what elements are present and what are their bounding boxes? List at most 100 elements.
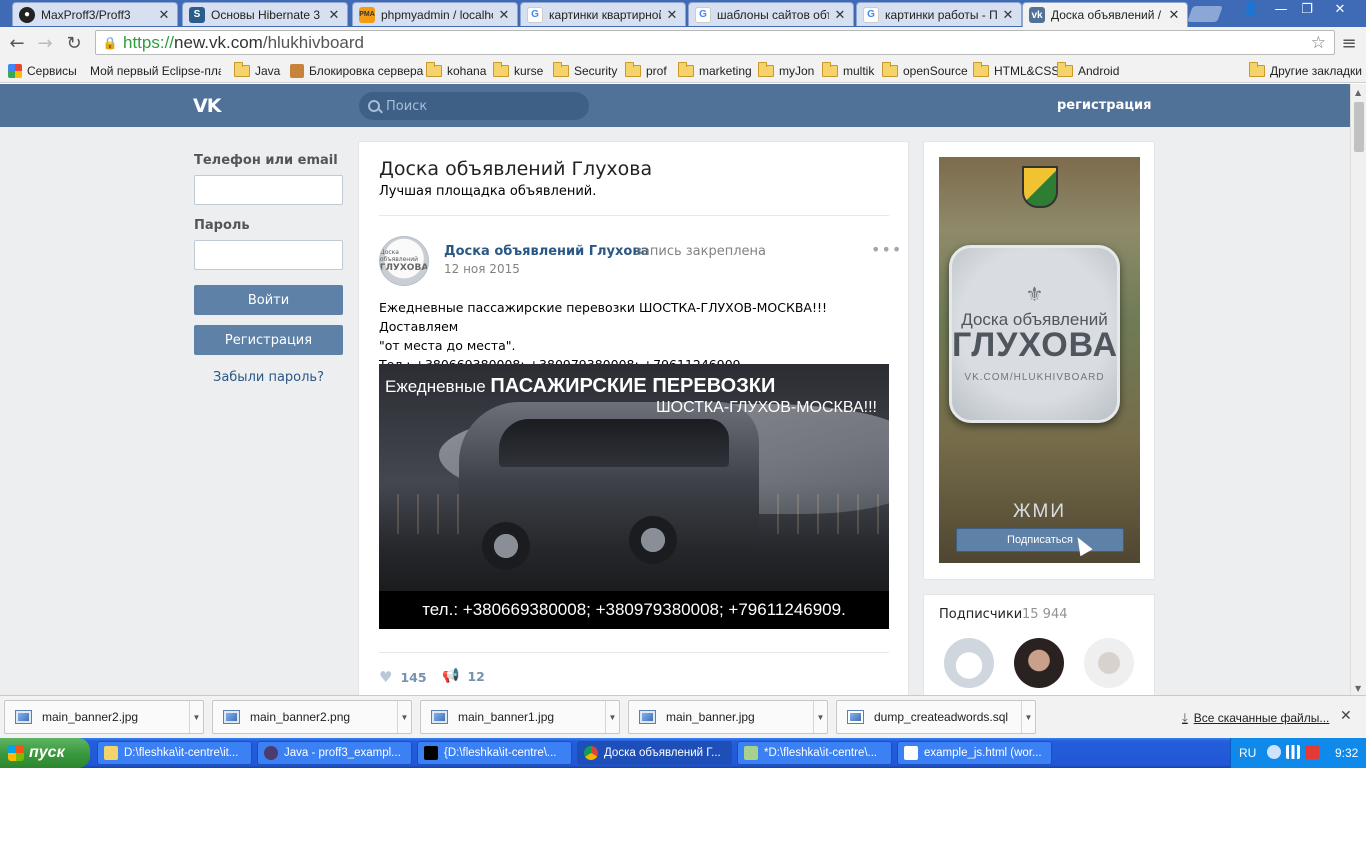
reload-icon[interactable]: ↻ <box>62 31 86 55</box>
group-cover-image[interactable]: ⚜ Доска объявлений ГЛУХОВА VK.COM/HLUKHI… <box>939 157 1140 563</box>
avatar[interactable]: Доска объявлений ГЛУХОВА <box>379 236 429 286</box>
taskbar-item[interactable]: example_js.html (wor... <box>897 741 1052 765</box>
taskbar-item[interactable]: Java - proff3_exampl... <box>257 741 412 765</box>
tray-expand-icon[interactable] <box>1267 745 1281 759</box>
close-icon[interactable]: ✕ <box>833 7 847 23</box>
registration-button[interactable]: Регистрация <box>194 325 343 355</box>
close-icon[interactable]: ✕ <box>157 7 171 23</box>
share-button[interactable]: 📢 12 <box>442 668 485 684</box>
bookmark-folder-security[interactable]: Security <box>553 62 617 80</box>
profile-icon[interactable]: 👤 <box>1238 0 1264 18</box>
scroll-down-arrow-icon[interactable]: ▼ <box>1355 684 1361 693</box>
download-item[interactable]: main_banner.jpg ▼ <box>628 700 828 734</box>
bookmark-folder-kurse[interactable]: kurse <box>493 62 543 80</box>
post-image[interactable]: Ежедневные ПАСАЖИРСКИЕ ПЕРЕВОЗКИ ШОСТКА-… <box>379 364 889 629</box>
chevron-down-icon[interactable]: ▼ <box>1021 701 1035 733</box>
close-icon[interactable]: ✕ <box>1167 7 1181 23</box>
close-icon[interactable]: ✕ <box>327 7 341 23</box>
scroll-thumb[interactable] <box>1354 102 1364 152</box>
download-item[interactable]: main_banner1.jpg ▼ <box>420 700 620 734</box>
signal-icon[interactable] <box>1286 745 1300 759</box>
search-input[interactable]: Поиск <box>359 92 589 120</box>
bookmark-folder-htmlcss[interactable]: HTML&CSS <box>973 62 1059 80</box>
tab-hibernate[interactable]: S Основы Hibernate 3 на ✕ <box>182 2 348 26</box>
tab-google-2[interactable]: G шаблоны сайтов объя ✕ <box>688 2 854 26</box>
avatar[interactable] <box>1014 638 1064 688</box>
post-date[interactable]: 12 ноя 2015 <box>444 262 524 276</box>
close-icon[interactable]: ✕ <box>665 7 679 23</box>
image-caption: Ежедневные ПАСАЖИРСКИЕ ПЕРЕВОЗКИ <box>385 375 775 398</box>
taskbar-item[interactable]: *D:\fleshka\it-centre\... <box>737 741 892 765</box>
more-options-icon[interactable]: ••• <box>871 240 902 259</box>
register-link[interactable]: регистрация <box>1057 98 1151 113</box>
tab-google-1[interactable]: G картинки квартирной ✕ <box>520 2 686 26</box>
bookmark-folder-opensource[interactable]: openSource <box>882 62 968 80</box>
taskbar-item-active[interactable]: Доска объявлений Г... <box>577 741 732 765</box>
download-name: main_banner1.jpg <box>458 710 555 724</box>
bookmark-folder-prof[interactable]: prof <box>625 62 667 80</box>
minimize-button[interactable]: — <box>1268 0 1294 18</box>
group-cover-card: ⚜ Доска объявлений ГЛУХОВА VK.COM/HLUKHI… <box>923 141 1155 580</box>
bookmark-eclipse[interactable]: Мой первый Eclipse-пла <box>85 62 221 80</box>
chevron-down-icon[interactable]: ▼ <box>813 701 827 733</box>
tab-phpmyadmin[interactable]: PMA phpmyadmin / localhost ✕ <box>352 2 518 26</box>
editor-icon <box>904 746 918 760</box>
warning-icon[interactable] <box>1305 745 1319 759</box>
avatar[interactable] <box>1084 638 1134 688</box>
bookmark-folder-other[interactable]: Другие закладки <box>1249 62 1362 80</box>
close-icon[interactable]: ✕ <box>497 7 511 23</box>
subscribe-button[interactable]: Подписаться <box>956 528 1124 552</box>
bookmark-label: kohana <box>447 64 487 78</box>
close-icon[interactable]: ✕ <box>1001 7 1015 23</box>
tab-google-3[interactable]: G картинки работы - По ✕ <box>856 2 1022 26</box>
download-item[interactable]: dump_createadwords.sql ▼ <box>836 700 1036 734</box>
window-close-button[interactable]: ✕ <box>1320 0 1360 18</box>
bookmark-folder-myjon[interactable]: myJon <box>758 62 814 80</box>
password-field[interactable] <box>194 240 343 270</box>
tab-label: картинки квартирной <box>549 7 661 22</box>
avatar[interactable] <box>944 638 994 688</box>
new-tab-button[interactable] <box>1187 6 1223 22</box>
login-button[interactable]: Войти <box>194 285 343 315</box>
download-item[interactable]: main_banner2.png ▼ <box>212 700 412 734</box>
back-arrow-icon[interactable]: ← <box>5 31 29 55</box>
taskbar-item[interactable]: {D:\fleshka\it-centre\... <box>417 741 572 765</box>
taskbar-label: Доска объявлений Г... <box>604 747 721 759</box>
tab-vk-active[interactable]: vk Доска объявлений / Гл ✕ <box>1022 2 1188 27</box>
language-indicator[interactable]: RU <box>1239 746 1256 760</box>
image-file-icon <box>223 710 240 724</box>
forgot-password-link[interactable]: Забыли пароль? <box>194 370 343 385</box>
download-item[interactable]: main_banner2.jpg ▼ <box>4 700 204 734</box>
post-author-link[interactable]: Доска объявлений Глухова <box>444 244 649 259</box>
chrome-menu-icon[interactable]: ≡ <box>1338 31 1360 55</box>
bookmark-server-block[interactable]: Блокировка сервера <box>290 62 423 80</box>
bookmark-folder-multik[interactable]: multik <box>822 62 874 80</box>
forward-arrow-icon[interactable]: → <box>33 31 57 55</box>
bookmark-folder-marketing[interactable]: marketing <box>678 62 752 80</box>
chevron-down-icon[interactable]: ▼ <box>605 701 619 733</box>
shares-count: 12 <box>467 668 485 684</box>
avatar-text: ГЛУХОВА <box>379 263 429 273</box>
vk-logo[interactable]: VK <box>193 95 221 117</box>
tab-github[interactable]: ● MaxProff3/Proff3 ✕ <box>12 2 178 26</box>
close-icon[interactable]: ✕ <box>1340 708 1352 724</box>
windows-taskbar: пуск D:\fleshka\it-centre\it... Java - p… <box>0 738 1366 768</box>
like-button[interactable]: ♥ 145 <box>379 668 427 686</box>
maximize-button[interactable]: ❐ <box>1294 0 1320 18</box>
email-field[interactable] <box>194 175 343 205</box>
download-name: main_banner2.jpg <box>42 710 139 724</box>
chevron-down-icon[interactable]: ▼ <box>397 701 411 733</box>
taskbar-item[interactable]: D:\fleshka\it-centre\it... <box>97 741 252 765</box>
bookmark-folder-android[interactable]: Android <box>1057 62 1119 80</box>
all-downloads-link[interactable]: ⤓ Все скачанные файлы... <box>1182 710 1329 726</box>
bookmark-folder-java[interactable]: Java <box>234 62 280 80</box>
bookmark-star-icon[interactable]: ☆ <box>1311 33 1326 53</box>
page-scrollbar[interactable]: ▲ ▼ <box>1350 84 1366 695</box>
members-title[interactable]: Подписчики <box>939 607 1022 622</box>
bookmark-folder-kohana[interactable]: kohana <box>426 62 486 80</box>
start-button[interactable]: пуск <box>0 738 90 768</box>
address-bar[interactable]: 🔒 https:// new.vk.com /hlukhivboard ☆ <box>95 30 1335 55</box>
scroll-up-arrow-icon[interactable]: ▲ <box>1355 88 1361 97</box>
bookmark-apps[interactable]: Сервисы <box>8 62 77 80</box>
chevron-down-icon[interactable]: ▼ <box>189 701 203 733</box>
